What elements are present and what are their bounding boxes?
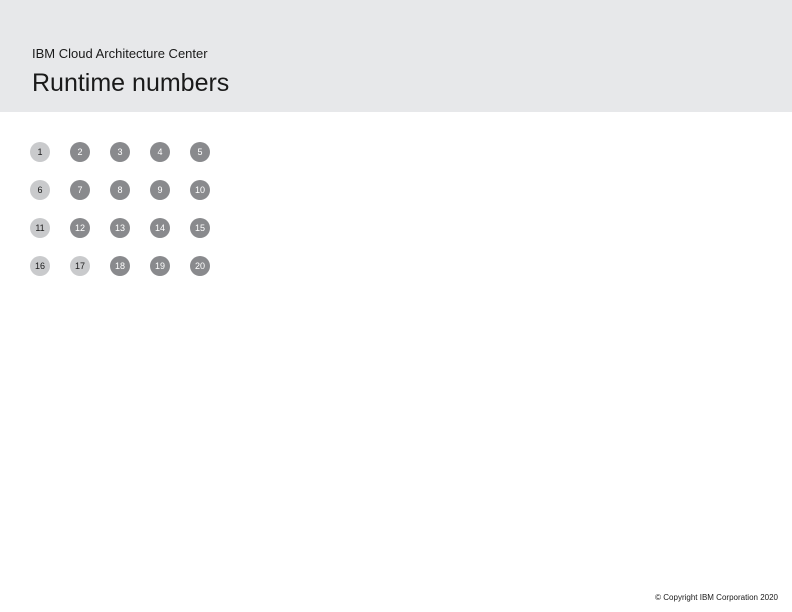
number-badge: 1 [30, 142, 50, 162]
number-badge: 5 [190, 142, 210, 162]
number-badge: 12 [70, 218, 90, 238]
grid-row: 6 7 8 9 10 [30, 180, 792, 200]
number-badge: 9 [150, 180, 170, 200]
number-badge: 10 [190, 180, 210, 200]
grid-row: 11 12 13 14 15 [30, 218, 792, 238]
number-badge: 18 [110, 256, 130, 276]
grid-row: 16 17 18 19 20 [30, 256, 792, 276]
number-badge: 14 [150, 218, 170, 238]
number-badge: 7 [70, 180, 90, 200]
number-badge: 6 [30, 180, 50, 200]
grid-row: 1 2 3 4 5 [30, 142, 792, 162]
footer-copyright: © Copyright IBM Corporation 2020 [655, 593, 778, 602]
header-band: IBM Cloud Architecture Center Runtime nu… [0, 0, 792, 112]
number-badge: 3 [110, 142, 130, 162]
number-badge: 15 [190, 218, 210, 238]
number-badge: 13 [110, 218, 130, 238]
number-badge: 4 [150, 142, 170, 162]
number-badge: 19 [150, 256, 170, 276]
number-badge: 8 [110, 180, 130, 200]
number-badge: 16 [30, 256, 50, 276]
page-subtitle: IBM Cloud Architecture Center [32, 46, 792, 61]
number-badge: 11 [30, 218, 50, 238]
number-badge: 2 [70, 142, 90, 162]
number-grid: 1 2 3 4 5 6 7 8 9 10 11 12 13 14 15 16 1… [0, 112, 792, 276]
page-title: Runtime numbers [32, 69, 792, 98]
number-badge: 20 [190, 256, 210, 276]
number-badge: 17 [70, 256, 90, 276]
